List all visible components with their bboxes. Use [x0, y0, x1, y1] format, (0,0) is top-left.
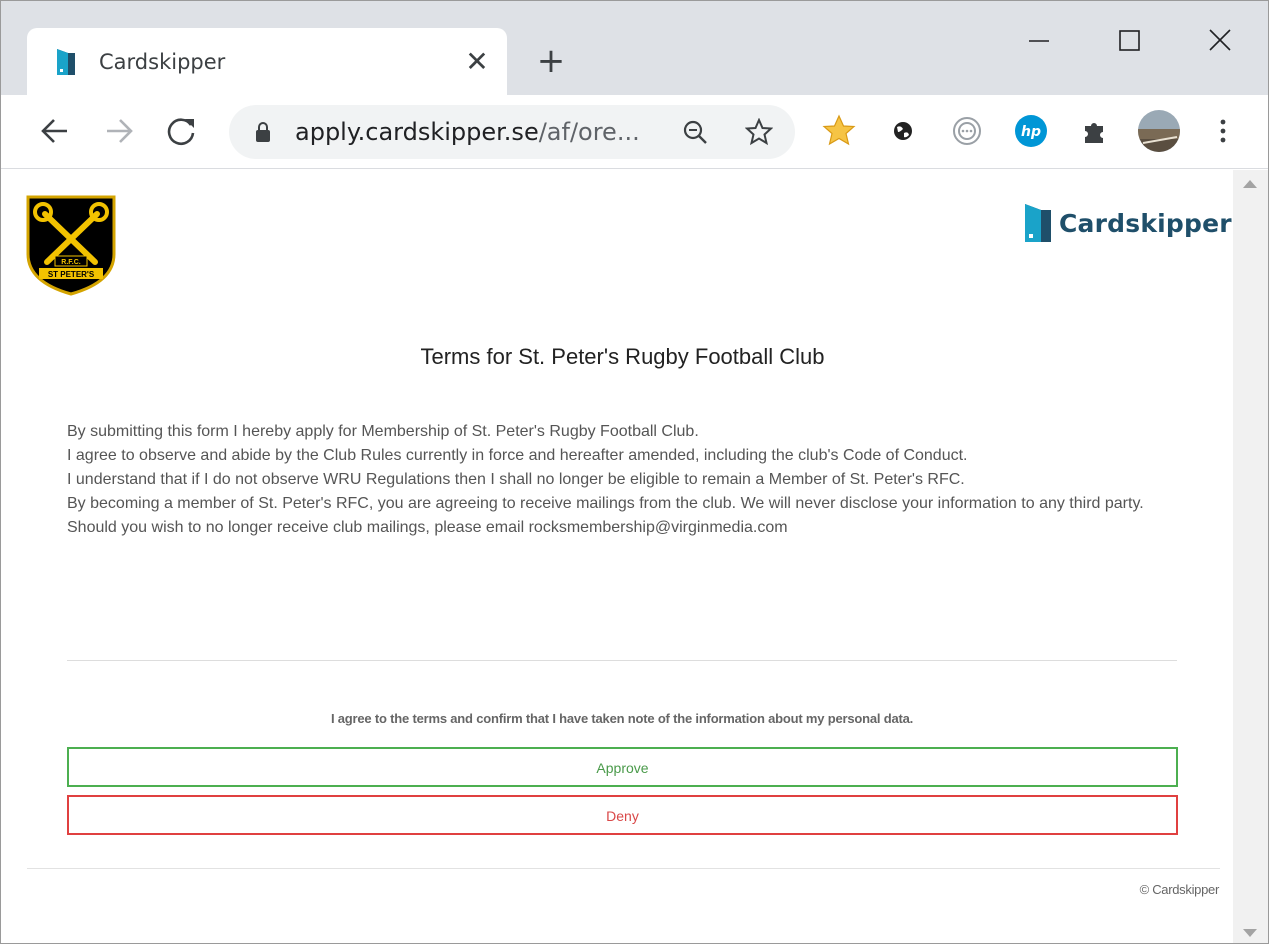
terms-title: Terms for St. Peter's Rugby Football Clu… [420, 344, 825, 369]
puzzle-extensions-icon[interactable] [1077, 113, 1113, 149]
lock-icon[interactable] [253, 121, 273, 143]
copyright-text: © Cardskipper [1139, 882, 1220, 897]
section-divider [67, 660, 1177, 661]
zoom-icon[interactable] [681, 118, 709, 146]
globe-extension-icon[interactable] [885, 113, 921, 149]
tab-cardskipper[interactable]: Cardskipper ✕ [27, 28, 507, 95]
terms-paragraph: I agree to observe and abide by the Club… [67, 447, 968, 464]
bookmark-star-icon[interactable] [745, 118, 773, 146]
profile-avatar-icon[interactable] [1137, 109, 1181, 153]
browser-window: Cardskipper ✕ + apply.cardskipper.se/af/… [0, 0, 1269, 944]
address-bar[interactable]: apply.cardskipper.se/af/ore... [229, 105, 795, 159]
back-arrow-icon[interactable] [35, 111, 75, 151]
approve-button[interactable]: Approve [67, 747, 1178, 787]
maximize-icon[interactable] [1107, 21, 1151, 61]
favorites-star-icon[interactable] [821, 113, 857, 149]
terms-paragraph: By submitting this form I hereby apply f… [67, 423, 699, 440]
terms-body: By submitting this form I hereby apply f… [67, 420, 1177, 540]
podcast-extension-icon[interactable] [949, 113, 985, 149]
terms-paragraph: By becoming a member of St. Peter's RFC,… [67, 495, 1144, 536]
brand-name: Cardskipper [1059, 208, 1232, 238]
minimize-icon[interactable] [1017, 21, 1061, 61]
scroll-up-arrow-icon[interactable] [1243, 180, 1257, 188]
tab-strip: Cardskipper ✕ + [1, 1, 1268, 95]
tab-title: Cardskipper [99, 50, 226, 74]
tab-close-icon[interactable]: ✕ [461, 46, 493, 78]
vertical-scrollbar[interactable] [1233, 170, 1268, 943]
url-text[interactable]: apply.cardskipper.se/af/ore... [295, 118, 640, 146]
forward-arrow-icon[interactable] [99, 111, 139, 151]
svg-text:ST PETER'S: ST PETER'S [48, 270, 95, 279]
close-icon[interactable] [1197, 21, 1241, 61]
new-tab-button[interactable]: + [531, 43, 571, 83]
svg-text:R.F.C.: R.F.C. [61, 259, 81, 266]
svg-text:hp: hp [1021, 124, 1041, 140]
page-content: R.F.C. ST PETER'S Cardskipper Terms for … [1, 170, 1233, 943]
agree-statement: I agree to the terms and confirm that I … [330, 711, 914, 726]
terms-paragraph: I understand that if I do not observe WR… [67, 471, 965, 488]
cardskipper-favicon-icon [57, 49, 75, 75]
club-crest-logo: R.F.C. ST PETER'S [26, 195, 116, 296]
menu-kebab-icon[interactable] [1205, 113, 1241, 149]
hp-extension-icon[interactable]: hp [1013, 113, 1049, 149]
deny-button[interactable]: Deny [67, 795, 1178, 835]
reload-icon[interactable] [161, 111, 201, 151]
cardskipper-logo-icon [1025, 204, 1051, 242]
cardskipper-brand: Cardskipper [1025, 203, 1232, 243]
browser-toolbar: apply.cardskipper.se/af/ore... hp [1, 95, 1268, 169]
footer-divider [27, 868, 1220, 869]
scroll-down-arrow-icon[interactable] [1243, 929, 1257, 937]
